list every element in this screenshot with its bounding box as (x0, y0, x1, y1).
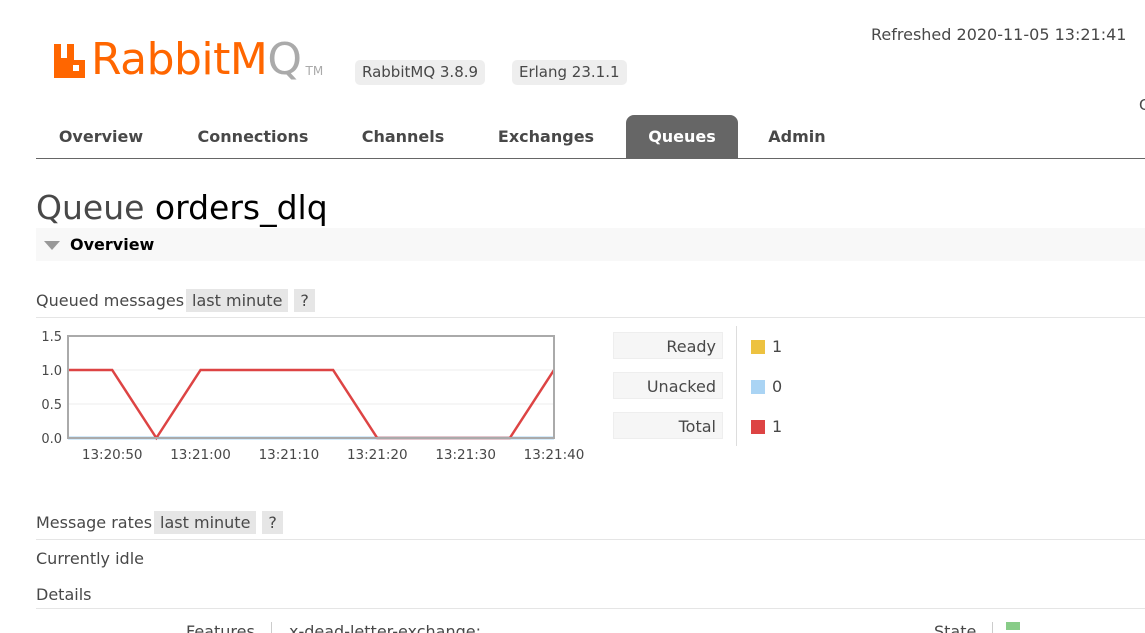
erlang-version-badge: Erlang 23.1.1 (512, 60, 627, 85)
details-section-header: Details (36, 585, 1145, 609)
message-rates-help-button[interactable]: ? (262, 511, 283, 534)
legend-total-swatch (751, 420, 765, 434)
legend-ready-swatch (751, 340, 765, 354)
logo-word-accent: Q (267, 34, 302, 85)
legend-unacked-value: 0 (772, 377, 783, 396)
state-label: State (934, 622, 977, 633)
legend-unacked-swatch (751, 380, 765, 394)
rabbitmq-logo: RabbitMQ TM (52, 38, 323, 84)
legend-ready-value: 1 (772, 337, 783, 356)
state-indicator-icon (1006, 622, 1020, 630)
legend-total-value: 1 (772, 417, 783, 436)
logo-word-main: RabbitM (91, 34, 268, 85)
queued-messages-chart: 0.0 0.5 1.0 1.5 13:20:50 13:21:00 13:21:10 13:2… (41, 330, 585, 463)
legend-ready-label: Ready (613, 332, 723, 359)
features-value: x-dead-letter-exchange: (289, 622, 482, 633)
tab-connections[interactable]: Connections (176, 115, 330, 158)
refreshed-timestamp: Refreshed 2020-11-05 13:21:41 (871, 25, 1127, 44)
rabbitmq-logo-icon (54, 44, 85, 78)
message-rates-idle-text: Currently idle (36, 549, 144, 568)
details-label: Details (36, 585, 92, 604)
chart-x-tick-label: 13:21:10 (259, 447, 320, 463)
features-label: Features (186, 622, 255, 633)
chart-x-tick-label: 13:20:50 (82, 447, 143, 463)
column-divider (271, 622, 272, 633)
message-rates-range-button[interactable]: last minute (154, 511, 257, 534)
overview-section-title: Overview (70, 235, 155, 254)
chart-x-tick-label: 13:21:00 (170, 447, 231, 463)
chart-y-tick-label: 1.5 (41, 330, 62, 345)
chart-x-tick-label: 13:21:30 (435, 447, 496, 463)
overview-section-header[interactable]: Overview (36, 228, 1145, 261)
queue-name: orders_dlq (154, 188, 328, 227)
tab-queues[interactable]: Queues (626, 115, 738, 158)
page-title-prefix: Queue (36, 188, 145, 227)
chart-x-tick-label: 13:21:20 (347, 447, 408, 463)
legend-unacked-label: Unacked (613, 372, 723, 399)
column-divider (992, 622, 993, 633)
logo-wordmark: RabbitMQ (91, 38, 302, 82)
rabbitmq-version-badge: RabbitMQ 3.8.9 (355, 60, 486, 85)
chart-y-tick-label: 0.5 (41, 398, 62, 413)
message-rates-header: Message rates last minute? (36, 505, 1145, 540)
page-title: Queue orders_dlq (36, 188, 328, 228)
tab-overview[interactable]: Overview (36, 115, 166, 158)
header-right-truncated-text[interactable]: C (1139, 96, 1145, 114)
chart-y-tick-label: 0.0 (41, 432, 62, 447)
logo-trademark: TM (305, 64, 324, 78)
chart-x-tick-label: 13:21:40 (524, 447, 585, 463)
chart-plot-border (67, 335, 555, 439)
legend-total-label: Total (613, 412, 723, 439)
chart-y-tick-label: 1.0 (41, 364, 62, 379)
message-rates-label: Message rates (36, 513, 153, 532)
queued-messages-range-button[interactable]: last minute (186, 289, 289, 312)
queued-messages-header: Queued messages last minute? (36, 283, 1145, 318)
main-nav: Overview Connections Channels Exchanges … (36, 115, 1145, 159)
collapse-triangle-icon[interactable] (44, 241, 60, 250)
details-row-partial: Features x-dead-letter-exchange: State (0, 620, 1145, 633)
tab-channels[interactable]: Channels (342, 115, 464, 158)
tab-admin[interactable]: Admin (752, 115, 842, 158)
legend-divider (736, 326, 737, 446)
queued-messages-label: Queued messages (36, 291, 185, 310)
tab-exchanges[interactable]: Exchanges (480, 115, 612, 158)
queued-messages-help-button[interactable]: ? (294, 289, 315, 312)
